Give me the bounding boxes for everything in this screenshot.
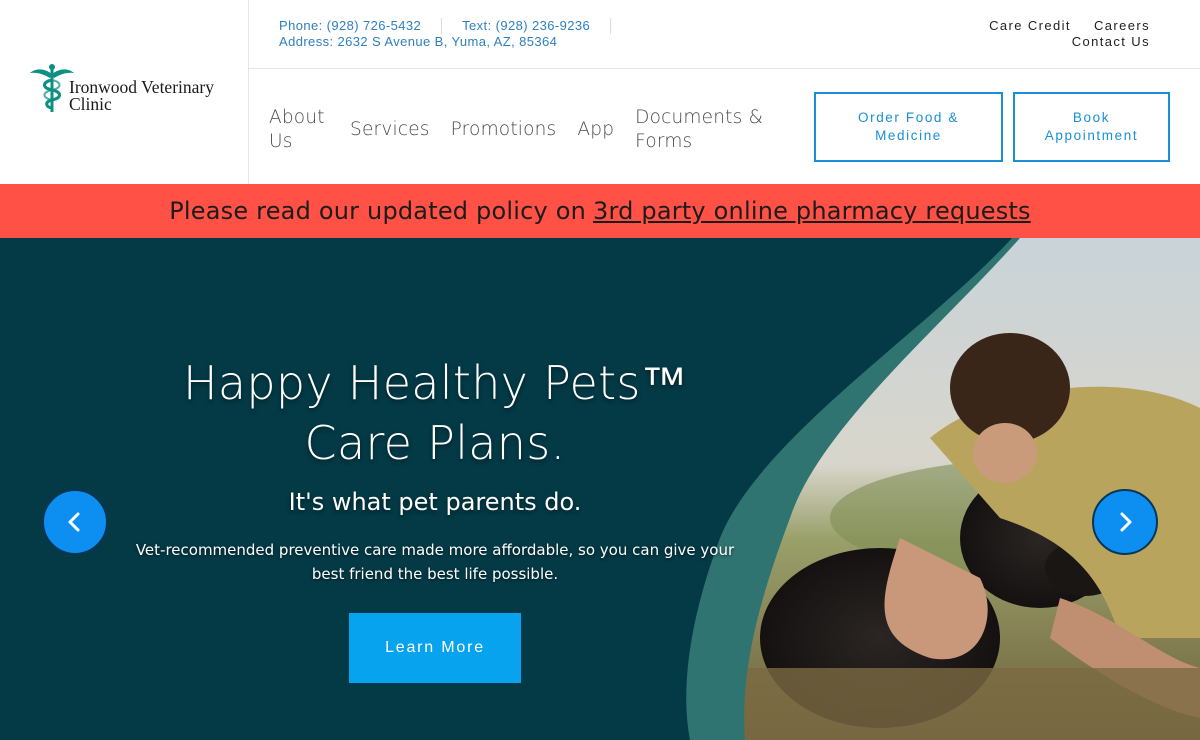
logo-line-2: Clinic: [69, 94, 112, 114]
care-credit-link[interactable]: Care Credit: [989, 18, 1071, 33]
address-link[interactable]: Address: 2632 S Avenue B, Yuma, AZ, 8536…: [279, 34, 557, 50]
caduceus-icon: [30, 64, 74, 112]
careers-link[interactable]: Careers: [1094, 18, 1150, 33]
nav-item-promotions[interactable]: Promotions: [451, 118, 557, 142]
site-header: Ironwood Veterinary Clinic Phone: (928) …: [0, 0, 1200, 184]
carousel-prev-button[interactable]: [42, 489, 108, 555]
nav-item-app[interactable]: App: [577, 118, 614, 142]
alert-banner: Please read our updated policy on 3rd pa…: [0, 184, 1200, 238]
hero-title: Happy Healthy Pets™ Care Plans.: [135, 353, 735, 473]
hero-title-line-2: Care Plans.: [304, 416, 566, 470]
main-nav: About Us Services Promotions App Documen…: [269, 100, 796, 160]
pharmacy-policy-link[interactable]: 3rd party online pharmacy requests: [593, 197, 1031, 225]
carousel-next-button[interactable]: [1092, 489, 1158, 555]
order-food-medicine-button[interactable]: Order Food & Medicine: [814, 92, 1003, 162]
contact-info: Phone: (928) 726-5432 Text: (928) 236-92…: [279, 18, 612, 50]
logo-text: Ironwood Veterinary Clinic: [69, 78, 214, 114]
contact-divider: [441, 18, 443, 34]
chevron-right-icon: [1120, 512, 1132, 532]
text-link[interactable]: Text: (928) 236-9236: [462, 18, 610, 34]
nav-item-about-us[interactable]: About Us: [269, 106, 329, 154]
phone-link[interactable]: Phone: (928) 726-5432: [279, 18, 441, 34]
utility-links: Care Credit Careers Contact Us: [971, 18, 1150, 50]
contact-divider: [610, 18, 612, 34]
hero-title-line-1: Happy Healthy Pets™: [182, 356, 688, 410]
learn-more-button[interactable]: Learn More: [349, 613, 521, 683]
topbar: Phone: (928) 726-5432 Text: (928) 236-92…: [249, 0, 1200, 69]
nav-item-services[interactable]: Services: [350, 118, 430, 142]
hero-subtitle: It's what pet parents do.: [288, 488, 582, 516]
contact-us-link[interactable]: Contact Us: [1072, 34, 1150, 49]
hero-carousel: Happy Healthy Pets™ Care Plans. It's wha…: [0, 238, 1200, 740]
alert-text: Please read our updated policy on: [169, 197, 587, 225]
hero-description: Vet-recommended preventive care made mor…: [135, 541, 735, 583]
chevron-left-icon: [68, 512, 80, 532]
nav-item-documents-forms[interactable]: Documents & Forms: [635, 106, 775, 154]
logo[interactable]: Ironwood Veterinary Clinic: [0, 0, 249, 184]
book-appointment-button[interactable]: Book Appointment: [1013, 92, 1170, 162]
